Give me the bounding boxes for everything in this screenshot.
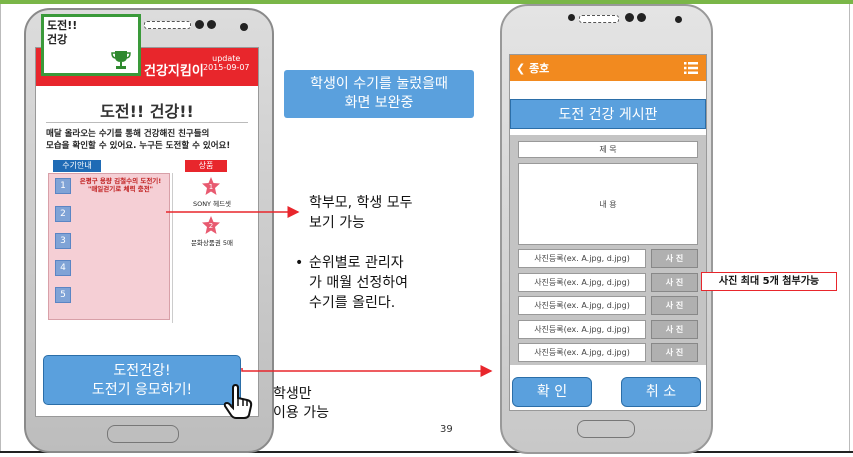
- arrow-to-form: [241, 365, 493, 377]
- arrow-connectors: [166, 206, 493, 377]
